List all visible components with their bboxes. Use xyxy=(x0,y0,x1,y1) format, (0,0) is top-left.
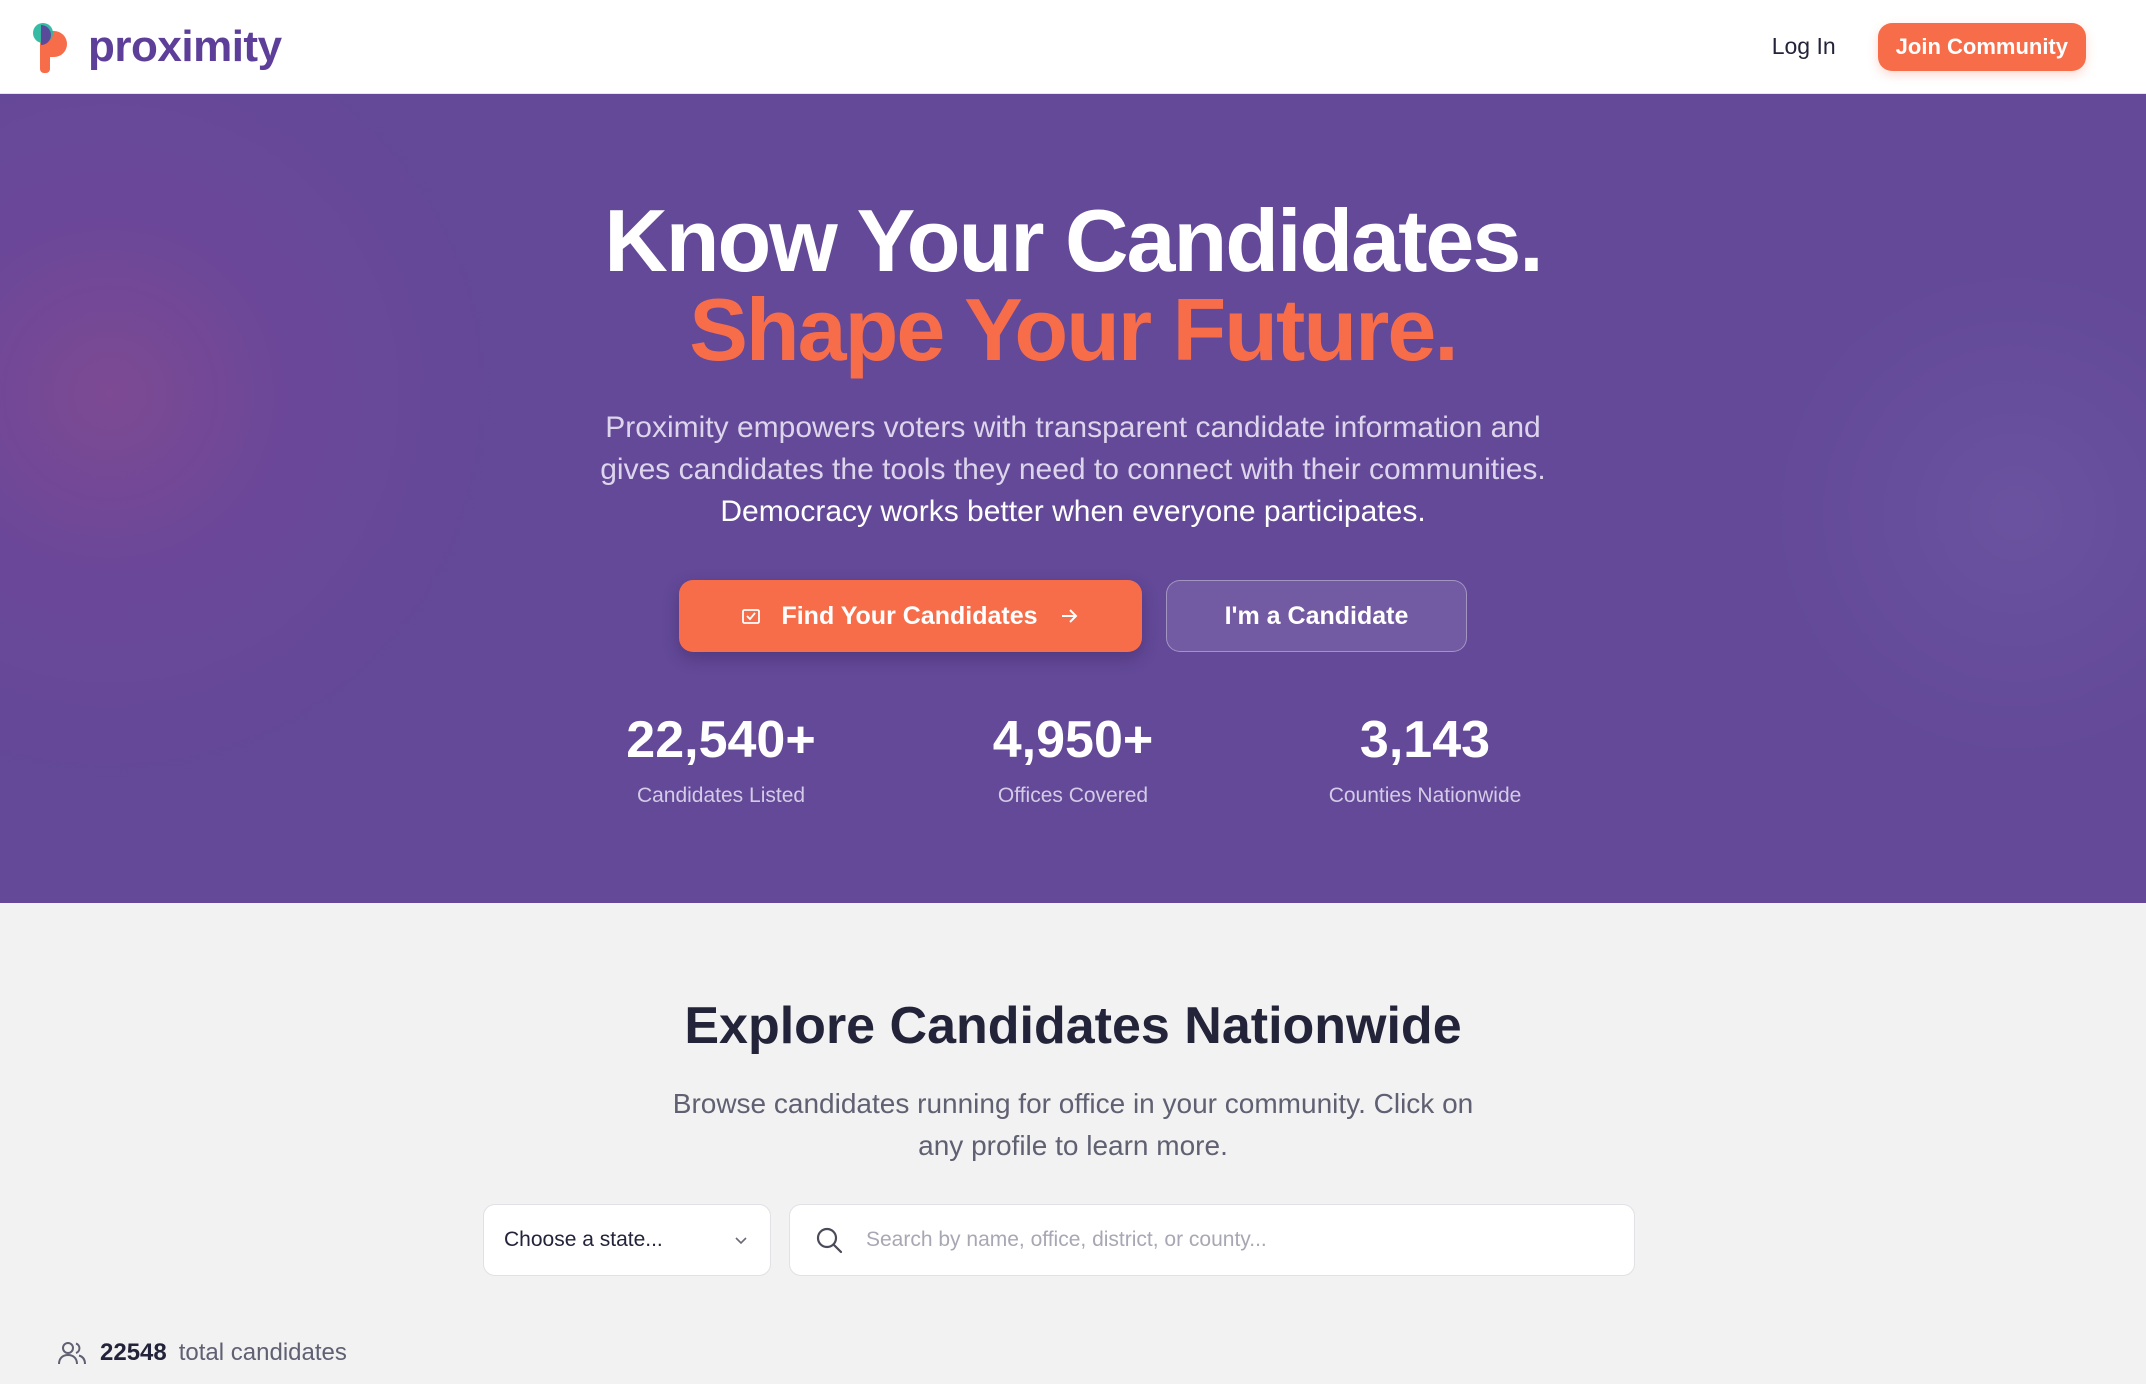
explore-subtitle-line2: any profile to learn more. xyxy=(918,1130,1228,1161)
stat-candidates: 22,540+ Candidates Listed xyxy=(545,714,897,808)
search-box xyxy=(789,1204,1635,1276)
hero-subtitle-line1: Proximity empowers voters with transpare… xyxy=(605,411,1541,444)
im-a-candidate-button[interactable]: I'm a Candidate xyxy=(1166,580,1467,652)
state-select[interactable]: Choose a state... xyxy=(483,1204,771,1276)
ballot-icon xyxy=(742,609,761,624)
hero-title-line1: Know Your Candidates. xyxy=(604,191,1544,290)
hero-cta-row: Find Your Candidates I'm a Candidate xyxy=(0,580,2146,652)
stat-counties: 3,143 Counties Nationwide xyxy=(1249,714,1601,808)
stat-label: Offices Covered xyxy=(997,784,1149,807)
hero-stats: 22,540+ Candidates Listed 4,950+ Offices… xyxy=(0,714,2146,808)
chevron-down-icon xyxy=(735,1237,747,1245)
hero-subtitle-line2: gives candidates the tools they need to … xyxy=(600,453,1546,486)
login-link[interactable]: Log In xyxy=(1760,25,1848,68)
logo-icon xyxy=(33,22,67,73)
total-count: 22548 xyxy=(100,1339,167,1366)
filter-bar: Choose a state... xyxy=(483,1204,1635,1276)
stat-offices: 4,950+ Offices Covered xyxy=(897,714,1249,808)
stat-value: 4,950+ xyxy=(992,711,1154,769)
stat-value: 22,540+ xyxy=(626,711,816,769)
hero-subtitle-line3: Democracy works better when everyone par… xyxy=(720,495,1426,528)
total-label: total candidates xyxy=(178,1339,347,1366)
nav-actions: Log In Join Community xyxy=(1760,22,2086,71)
navbar: proximity Log In Join Community xyxy=(0,0,2146,94)
users-icon xyxy=(58,1342,86,1365)
stat-value: 3,143 xyxy=(1359,711,1491,769)
explore-subtitle-line1: Browse candidates running for office in … xyxy=(672,1088,1474,1119)
find-candidates-label: Find Your Candidates xyxy=(781,601,1038,630)
search-icon xyxy=(816,1227,843,1254)
find-candidates-button[interactable]: Find Your Candidates xyxy=(679,580,1142,652)
brand-name: proximity xyxy=(88,21,282,71)
search-input[interactable] xyxy=(866,1228,1610,1252)
arrow-right-icon xyxy=(1061,609,1077,623)
join-community-button[interactable]: Join Community xyxy=(1877,22,2086,71)
hero-title-line2: Shape Your Future. xyxy=(689,280,1459,379)
total-candidates: 22548 total candidates xyxy=(56,1337,347,1369)
stat-label: Candidates Listed xyxy=(636,784,806,807)
hero-section: Know Your Candidates. Shape Your Future.… xyxy=(0,94,2146,903)
explore-title: Explore Candidates Nationwide xyxy=(684,997,1462,1055)
brand-logo[interactable]: proximity xyxy=(32,21,282,73)
state-select-value: Choose a state... xyxy=(504,1228,663,1251)
stat-label: Counties Nationwide xyxy=(1328,784,1522,807)
